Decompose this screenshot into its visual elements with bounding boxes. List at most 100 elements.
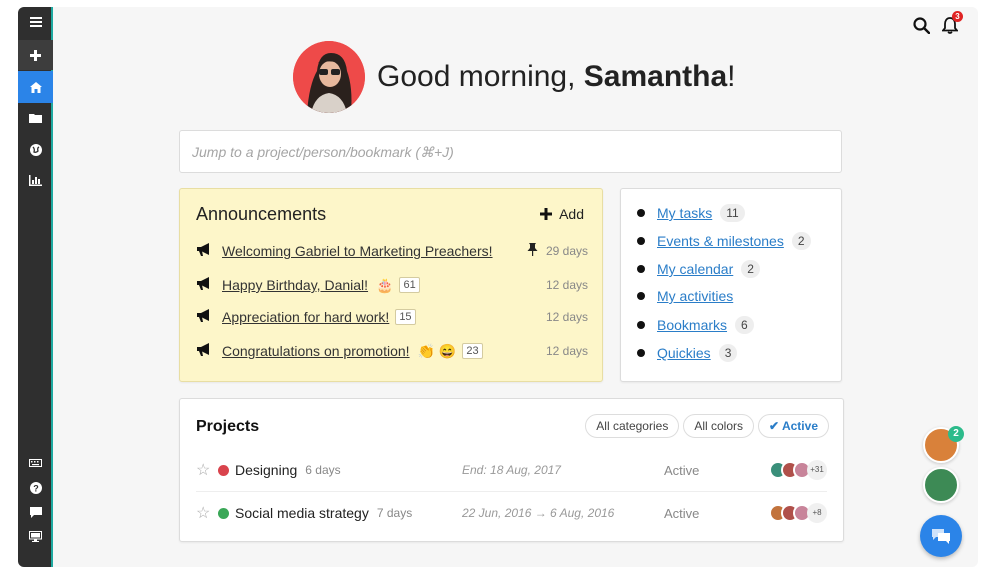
quick-link-label[interactable]: Bookmarks bbox=[657, 317, 727, 333]
divider bbox=[196, 491, 827, 492]
megaphone-icon bbox=[196, 277, 214, 293]
count-badge: 6 bbox=[735, 316, 754, 334]
avatar[interactable] bbox=[293, 41, 365, 113]
quick-links-card: My tasks 11 Events & milestones 2 My calen… bbox=[620, 188, 842, 382]
project-color-dot bbox=[218, 507, 229, 519]
check-icon: ✔ bbox=[769, 419, 782, 433]
project-status: Active bbox=[664, 462, 700, 478]
announcement-item: Appreciation for hard work! 15 12 days bbox=[196, 306, 588, 328]
monitor-icon[interactable] bbox=[18, 521, 53, 551]
filter-all-categories[interactable]: All categories bbox=[585, 414, 680, 438]
project-days: 6 days bbox=[305, 463, 341, 477]
floating-avatar[interactable] bbox=[923, 467, 959, 503]
globe-icon[interactable] bbox=[18, 135, 53, 165]
quick-link-label[interactable]: Quickies bbox=[657, 345, 711, 361]
jump-search bbox=[179, 130, 842, 173]
filter-active[interactable]: ✔ Active bbox=[758, 414, 829, 438]
reaction-count[interactable]: 23 bbox=[462, 343, 483, 359]
megaphone-icon bbox=[196, 243, 214, 259]
menu-icon[interactable] bbox=[18, 7, 53, 37]
greeting: Good morning, Samantha! bbox=[293, 41, 736, 113]
announcement-item: Happy Birthday, Danial! 🎂 61 12 days bbox=[196, 274, 588, 296]
projects-card: Projects All categories All colors ✔ Act… bbox=[179, 398, 844, 542]
announcements-card: Announcements Add Welcoming Gabriel to M… bbox=[179, 188, 603, 382]
plus-icon bbox=[540, 208, 553, 220]
home-icon[interactable] bbox=[18, 71, 53, 103]
count-badge: 2 bbox=[791, 232, 811, 250]
star-icon[interactable]: ☆ bbox=[196, 460, 214, 480]
bell-icon[interactable]: 3 bbox=[941, 11, 963, 39]
project-name[interactable]: Social media strategy bbox=[235, 505, 369, 521]
announcement-link[interactable]: Congratulations on promotion! bbox=[222, 343, 410, 359]
announcement-link[interactable]: Happy Birthday, Danial! bbox=[222, 277, 368, 293]
megaphone-icon bbox=[196, 309, 214, 325]
announcement-meta: 29 days bbox=[527, 243, 588, 259]
clap-smile-icon: 👏 😄 bbox=[417, 342, 457, 359]
project-members[interactable]: +8 bbox=[769, 503, 827, 523]
project-status: Active bbox=[664, 505, 700, 521]
quick-link-bookmarks: Bookmarks 6 bbox=[637, 316, 754, 334]
reaction-count[interactable]: 61 bbox=[399, 277, 420, 293]
announcement-link[interactable]: Welcoming Gabriel to Marketing Preachers… bbox=[222, 243, 493, 259]
chat-bubble-icon bbox=[932, 529, 950, 544]
project-color-dot bbox=[218, 464, 229, 476]
app-frame: ? 3 Good morning, Samantha! Jump to a pr… bbox=[18, 7, 978, 567]
floating-badge: 2 bbox=[948, 426, 964, 442]
announcement-item: Congratulations on promotion! 👏 😄 23 12 … bbox=[196, 340, 588, 362]
announcement-days: 12 days bbox=[545, 344, 588, 358]
announcement-item: Welcoming Gabriel to Marketing Preachers… bbox=[196, 240, 588, 262]
more-members-count: +8 bbox=[807, 503, 827, 523]
star-icon[interactable]: ☆ bbox=[196, 503, 214, 523]
quick-link-label[interactable]: My calendar bbox=[657, 261, 733, 277]
folder-icon[interactable] bbox=[18, 103, 53, 133]
project-row[interactable]: ☆ Social media strategy 7 days 22 Jun, 2… bbox=[196, 493, 827, 533]
greeting-text: Good morning, Samantha! bbox=[377, 60, 736, 94]
quick-link-label[interactable]: My activities bbox=[657, 288, 733, 304]
main-content: 3 Good morning, Samantha! Jump to a proj… bbox=[55, 7, 978, 567]
bullet-icon bbox=[637, 265, 645, 273]
sidebar: ? bbox=[18, 7, 53, 567]
reaction-count[interactable]: 15 bbox=[395, 309, 416, 325]
quick-link-calendar: My calendar 2 bbox=[637, 260, 760, 278]
bullet-icon bbox=[637, 349, 645, 357]
quick-link-label[interactable]: My tasks bbox=[657, 205, 712, 221]
count-badge: 11 bbox=[720, 204, 745, 222]
quick-link-my-tasks: My tasks 11 bbox=[637, 204, 745, 222]
project-row[interactable]: ☆ Designing 6 days End: 18 Aug, 2017 Act… bbox=[196, 450, 827, 490]
quick-link-events: Events & milestones 2 bbox=[637, 232, 811, 250]
announcement-days: 12 days bbox=[545, 278, 588, 292]
add-announcement-button[interactable]: Add bbox=[540, 206, 584, 222]
cake-icon: 🎂 bbox=[376, 276, 394, 293]
bullet-icon bbox=[637, 321, 645, 329]
bar-chart-icon[interactable] bbox=[18, 165, 53, 195]
search-input[interactable] bbox=[192, 143, 829, 160]
project-date: End: 18 Aug, 2017 bbox=[462, 463, 561, 477]
add-label: Add bbox=[559, 206, 584, 222]
top-toolbar: 3 bbox=[913, 11, 963, 39]
greeting-prefix: Good morning, bbox=[377, 60, 584, 93]
plus-icon[interactable] bbox=[18, 40, 53, 70]
quick-link-label[interactable]: Events & milestones bbox=[657, 233, 784, 249]
filter-active-label: Active bbox=[781, 419, 818, 433]
bullet-icon bbox=[637, 209, 645, 217]
filter-all-colors[interactable]: All colors bbox=[683, 414, 755, 438]
chat-launcher-button[interactable] bbox=[920, 515, 962, 557]
quick-link-quickies: Quickies 3 bbox=[637, 344, 738, 362]
notification-badge: 3 bbox=[952, 11, 963, 22]
project-name[interactable]: Designing bbox=[235, 462, 297, 478]
bullet-icon bbox=[637, 237, 645, 245]
search-icon[interactable] bbox=[913, 17, 931, 39]
project-members[interactable]: +31 bbox=[769, 460, 827, 480]
pin-icon[interactable] bbox=[527, 243, 538, 259]
count-badge: 2 bbox=[741, 260, 760, 278]
project-filters: All categories All colors ✔ Active bbox=[585, 414, 829, 438]
announcement-link[interactable]: Appreciation for hard work! bbox=[222, 309, 389, 325]
megaphone-icon bbox=[196, 343, 214, 359]
more-members-count: +31 bbox=[807, 460, 827, 480]
bullet-icon bbox=[637, 292, 645, 300]
quick-link-activities: My activities bbox=[637, 288, 733, 304]
project-days: 7 days bbox=[376, 506, 413, 520]
projects-title: Projects bbox=[196, 418, 260, 435]
announcement-days: 12 days bbox=[545, 310, 588, 324]
announcement-days: 29 days bbox=[545, 244, 588, 258]
